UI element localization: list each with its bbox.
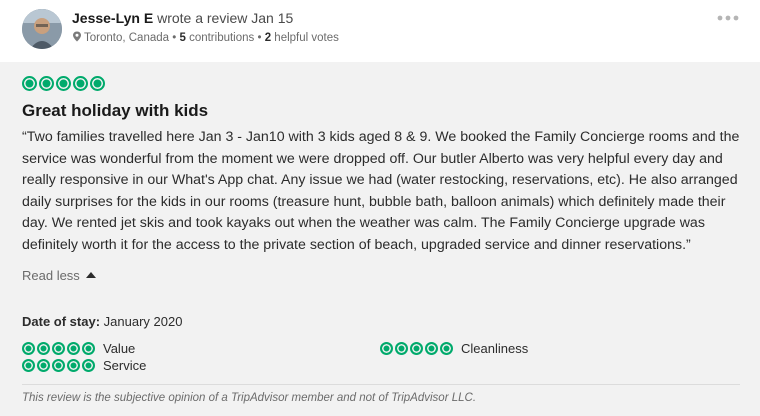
subrating-label: Cleanliness (461, 341, 529, 356)
date-of-stay-value: January 2020 (100, 314, 183, 329)
divider (22, 384, 740, 385)
read-less-link[interactable]: Read less (22, 268, 96, 283)
rating-bubble-icon (52, 342, 65, 355)
subrating-bubbles (22, 359, 95, 372)
subrating-service: Service (22, 358, 146, 373)
subrating-label: Value (103, 341, 136, 356)
rating-bubble-icon (67, 359, 80, 372)
meta-separator: • (169, 32, 180, 44)
map-pin-icon (72, 31, 82, 42)
author-name[interactable]: Jesse-Lyn E (72, 10, 153, 26)
date-of-stay-label: Date of stay: (22, 314, 101, 329)
date-of-stay: Date of stay: January 2020 (22, 314, 182, 329)
rating-bubble-icon (380, 342, 393, 355)
rating-bubble-icon (90, 76, 105, 91)
rating-bubble-icon (82, 359, 95, 372)
rating-bubble-icon (395, 342, 408, 355)
rating-bubble-icon (67, 342, 80, 355)
more-options-icon[interactable] (716, 9, 740, 27)
rating-bubble-icon (73, 76, 88, 91)
review-header: Jesse-Lyn E wrote a review Jan 15 Toront… (0, 0, 760, 62)
review-body: “Two families travelled here Jan 3 - Jan… (22, 129, 740, 253)
rating-bubble-icon (37, 359, 50, 372)
review-disclaimer: This review is the subjective opinion of… (22, 392, 477, 404)
review-title[interactable]: Great holiday with kids (22, 101, 208, 121)
author-action: wrote a review Jan 15 (153, 10, 294, 26)
subrating-bubbles (22, 342, 95, 355)
contributions-label: contributions (185, 32, 255, 44)
author-location: Toronto, Canada (84, 32, 170, 44)
rating-bubble-icon (52, 359, 65, 372)
rating-bubble-icon (22, 76, 37, 91)
rating-bubble-icon (22, 342, 35, 355)
rating-bubble-icon (56, 76, 71, 91)
subrating-label: Service (103, 358, 147, 373)
caret-up-icon (85, 272, 96, 278)
rating-bubble-icon (425, 342, 438, 355)
rating-bubble-icon (440, 342, 453, 355)
rating-bubble-icon (37, 342, 50, 355)
avatar[interactable] (22, 9, 62, 49)
author-meta: Toronto, Canada • 5 contributions • 2 he… (72, 31, 339, 44)
subrating-bubbles (380, 342, 453, 355)
subrating-value: Value (22, 341, 135, 356)
helpful-label: helpful votes (271, 32, 339, 44)
review-author-line: Jesse-Lyn E wrote a review Jan 15 (72, 10, 293, 26)
review-bubble-rating (22, 76, 105, 91)
subrating-cleanliness: Cleanliness (380, 341, 528, 356)
read-less-label[interactable]: Read less (22, 268, 80, 283)
meta-separator-2: • (254, 32, 265, 44)
rating-bubble-icon (22, 359, 35, 372)
rating-bubble-icon (410, 342, 423, 355)
rating-bubble-icon (39, 76, 54, 91)
rating-bubble-icon (82, 342, 95, 355)
